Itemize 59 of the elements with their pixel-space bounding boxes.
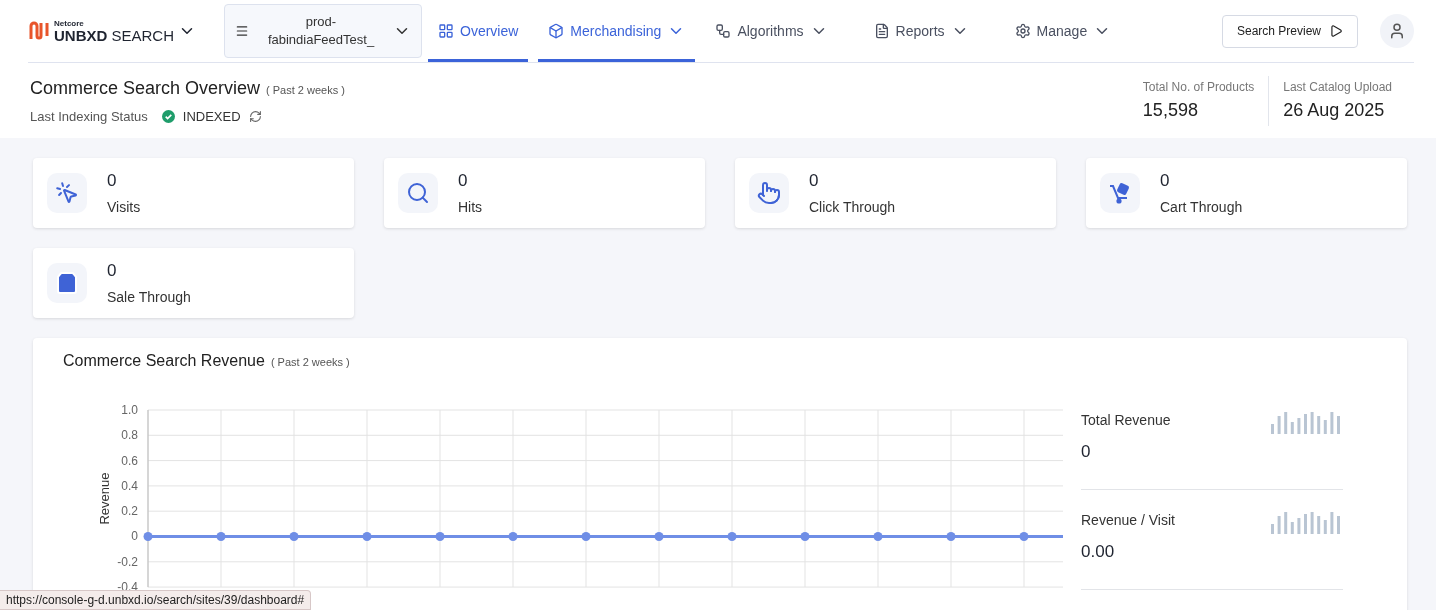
- logo-subtitle: Netcore: [54, 19, 85, 28]
- pointer-hand-icon: [757, 181, 781, 205]
- page-title: Commerce Search Overview: [30, 77, 261, 98]
- metric-value: 0: [458, 171, 469, 191]
- stat-value: 26 Aug 2025: [1283, 100, 1386, 121]
- nav-icon: [873, 23, 890, 39]
- nav-tab[interactable]: Merchandising: [538, 0, 696, 62]
- stat-label: Last Catalog Upload: [1283, 80, 1392, 94]
- refresh-icon[interactable]: [248, 109, 262, 123]
- axis-tick-label: 0.2: [121, 504, 138, 519]
- panel-title: Commerce Search Revenue: [63, 352, 265, 369]
- summary-value: 0: [1081, 442, 1092, 462]
- stat-value: 15,598: [1142, 100, 1199, 121]
- stat-label: Total No. of Products: [1142, 80, 1255, 94]
- nav-icon: [715, 23, 732, 39]
- axis-tick-label: -0.2: [117, 554, 138, 569]
- summary-label: Revenue / Visit: [1081, 512, 1175, 528]
- metric-label: Hits: [458, 199, 483, 215]
- status-value: INDEXED: [182, 108, 241, 124]
- nav-tab[interactable]: Overview: [428, 0, 529, 62]
- nav-icon: [548, 23, 565, 39]
- metric-value: 0: [1160, 171, 1171, 191]
- search-preview-button[interactable]: Search Preview: [1221, 14, 1358, 48]
- axis-tick-label: 0: [131, 529, 138, 544]
- metric-label: Visits: [107, 199, 141, 215]
- metric-value: 0: [107, 171, 118, 191]
- axis-tick-label: 0.8: [121, 428, 138, 443]
- axis-tick-label: 0.6: [121, 453, 138, 468]
- sparkline-icon: [1271, 512, 1343, 534]
- axis-tick-label: 0.4: [121, 478, 138, 493]
- period-label: ( Past 2 weeks ): [266, 83, 345, 96]
- axis-title: Revenue: [97, 472, 112, 525]
- nav-tab[interactable]: Algorithms: [705, 0, 838, 62]
- menu-icon: [235, 24, 249, 38]
- hand-truck-icon: [1108, 181, 1132, 205]
- check-circle-icon: [161, 109, 175, 123]
- status-label: Last Indexing Status: [30, 108, 148, 124]
- user-avatar[interactable]: [1380, 14, 1414, 48]
- metric-label: Cart Through: [1160, 199, 1243, 215]
- metric-label: Click Through: [809, 199, 896, 215]
- logo-text: UNBXD SEARCH: [54, 27, 175, 43]
- period-label: ( Past 2 weeks ): [270, 356, 350, 368]
- metric-label: Sale Through: [107, 289, 191, 305]
- axis-tick-label: 1.0: [121, 403, 138, 417]
- cursor-click-icon: [55, 181, 79, 205]
- nav-icon: [1014, 23, 1031, 39]
- search-icon: [406, 181, 430, 205]
- site-selector[interactable]: prod- fabindiaFeedTest_: [224, 4, 422, 58]
- summary-label: Total Revenue: [1081, 412, 1171, 428]
- nav-tab[interactable]: Manage: [1004, 0, 1122, 62]
- play-icon: [1329, 24, 1343, 38]
- status-bar-url: https://console-g-d.unbxd.io/search/sites/39/dashboard#: [0, 590, 312, 610]
- metric-value: 0: [107, 261, 118, 281]
- summary-value: 0.00: [1081, 542, 1116, 562]
- sparkline-icon: [1271, 412, 1343, 434]
- nav-tab[interactable]: Reports: [863, 0, 979, 62]
- metric-value: 0: [809, 171, 820, 191]
- logo-icon: [28, 21, 50, 41]
- nav-icon: [438, 23, 454, 39]
